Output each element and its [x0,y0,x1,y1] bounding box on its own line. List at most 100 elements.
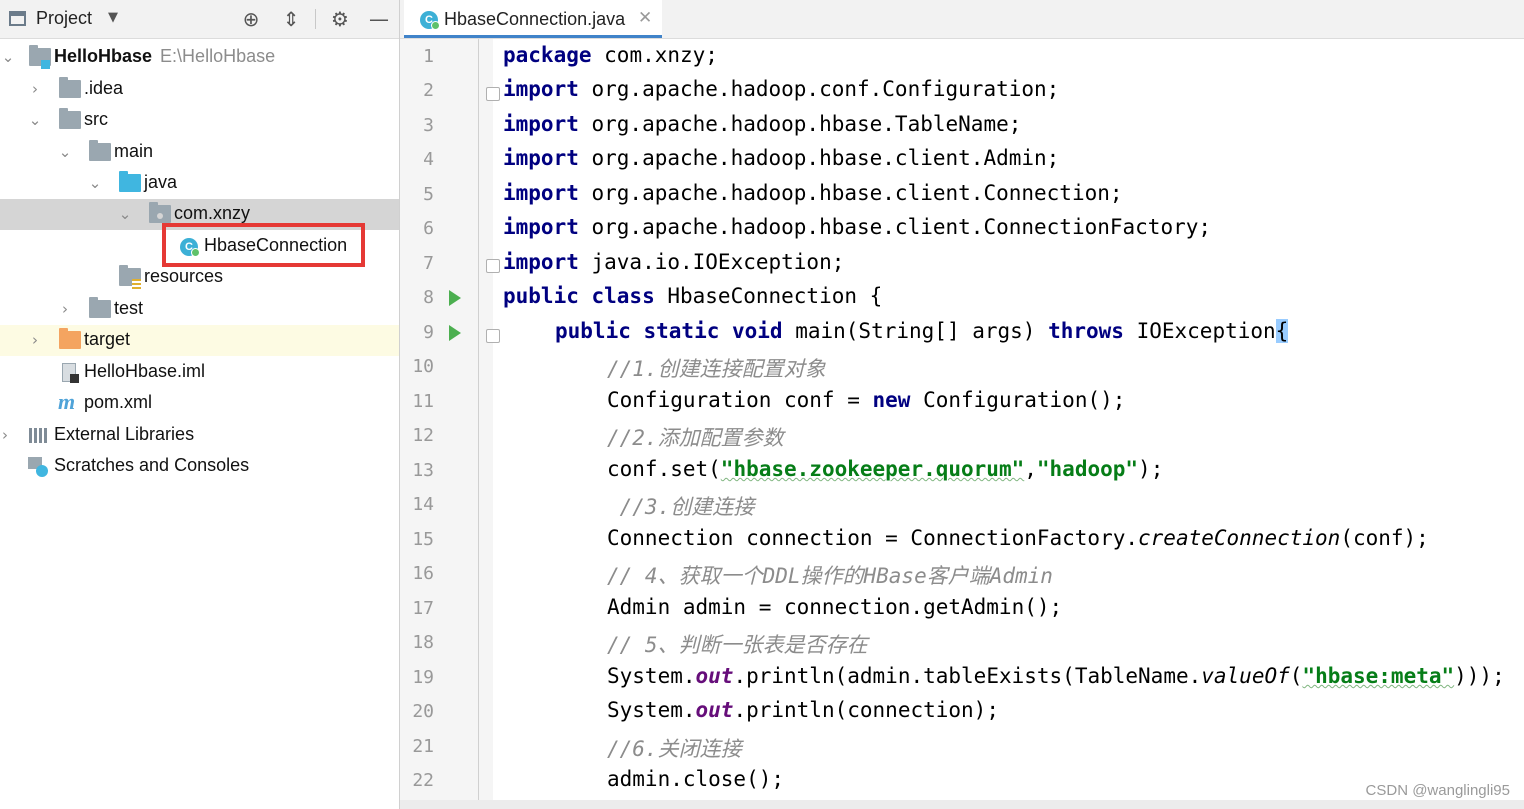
java-class-icon: C [420,11,440,30]
chevron-right-icon[interactable]: › [0,427,13,443]
project-tool-window: Project ▼ ⊕ ⇕ ⚙ — ⌄ HelloHbase E:\HelloHb… [0,0,400,809]
horizontal-scrollbar[interactable] [400,800,1524,809]
tree-item-iml[interactable]: HelloHbase.iml [0,357,399,388]
chevron-right-icon[interactable]: › [27,332,43,348]
fold-imports-end-icon[interactable] [486,259,500,273]
run-class-icon[interactable] [449,290,461,306]
project-panel-header: Project ▼ ⊕ ⇕ ⚙ — [0,0,399,39]
chevron-right-icon[interactable]: › [57,301,73,317]
code-line-9: public static void main(String[] args) t… [555,319,1289,343]
line-number: 7 [423,253,434,274]
code-line-7: import java.io.IOException; [503,250,845,274]
tree-item-label: src [84,109,108,129]
collapse-all-icon[interactable]: ⇕ [278,6,304,32]
tree-item-hellohbase[interactable]: ⌄ HelloHbase E:\HelloHbase [0,42,399,73]
tab-hbaseconnection-java[interactable]: C HbaseConnection.java ✕ [404,0,662,38]
code-line-19: System.out.println(admin.tableExists(Tab… [607,664,1505,688]
code-editor[interactable]: package com.xnzy; import org.apache.hado… [503,39,1524,809]
folder-icon [59,77,81,98]
gear-icon[interactable]: ⚙ [327,6,353,32]
line-number: 10 [412,356,434,377]
code-line-21: //6.关闭连接 [607,737,742,761]
source-folder-icon [119,171,141,192]
tree-item-pom[interactable]: m pom.xml [0,388,399,419]
line-number: 11 [412,391,434,412]
module-badge [41,60,50,69]
tree-item-idea[interactable]: › .idea [0,74,399,105]
project-view-selector[interactable]: Project [36,8,92,29]
line-number: 17 [412,598,434,619]
line-number: 8 [423,287,434,308]
tree-item-label: target [84,329,131,349]
tree-item-java[interactable]: ⌄ java [0,168,399,199]
tree-item-label: main [114,141,154,161]
line-number: 4 [423,149,434,170]
tree-item-main[interactable]: ⌄ main [0,137,399,168]
chevron-down-icon[interactable]: ⌄ [117,206,133,222]
code-line-3: import org.apache.hadoop.hbase.TableName… [503,112,1022,136]
hide-icon[interactable]: — [366,6,392,32]
tree-item-label: java [144,172,178,192]
code-line-17: Admin admin = connection.getAdmin(); [607,595,1063,619]
code-line-22: admin.close(); [607,767,785,791]
divider [315,9,316,29]
line-number: 22 [412,770,434,791]
maven-icon: m [58,389,76,414]
tree-item-label: External Libraries [54,424,195,444]
close-icon[interactable]: ✕ [638,8,652,28]
resources-badge [132,279,141,289]
code-line-13: conf.set("hbase.zookeeper.quorum","hadoo… [607,457,1164,481]
line-number: 6 [423,218,434,239]
run-main-icon[interactable] [449,325,461,341]
code-line-12: //2.添加配置参数 [607,426,784,450]
code-line-1: package com.xnzy; [503,43,718,67]
line-number: 19 [412,667,434,688]
editor-tab-bar: C HbaseConnection.java ✕ [400,0,1524,39]
folder-icon [89,140,111,161]
line-number: 13 [412,460,434,481]
tree-item-label: Scratches and Consoles [54,455,250,475]
chevron-down-icon[interactable]: ⌄ [57,144,73,160]
fold-imports-icon[interactable] [486,87,500,101]
tree-item-test[interactable]: › test [0,294,399,325]
tree-item-label: pom.xml [84,392,153,412]
project-view-icon [9,11,26,26]
scratches-badge [36,465,48,477]
chevron-down-icon[interactable]: ▼ [108,10,118,25]
line-number: 1 [423,46,434,67]
code-line-14: //3.创建连接 [607,495,755,519]
tree-item-label: HelloHbase.iml [84,361,206,381]
code-line-15: Connection connection = ConnectionFactor… [607,526,1429,550]
locate-icon[interactable]: ⊕ [238,6,264,32]
line-number: 18 [412,632,434,653]
package-dot [157,213,163,219]
line-number: 15 [412,529,434,550]
code-line-11: Configuration conf = new Configuration()… [607,388,1126,412]
code-line-16: // 4、获取一个DDL操作的HBase客户端Admin [607,564,1053,588]
line-number: 2 [423,80,434,101]
folder-icon [89,297,111,318]
chevron-down-icon[interactable]: ⌄ [0,49,16,65]
code-line-6: import org.apache.hadoop.hbase.client.Co… [503,215,1212,239]
chevron-down-icon[interactable]: ⌄ [87,175,103,191]
line-number: 3 [423,115,434,136]
tree-item-label: .idea [84,78,124,98]
chevron-right-icon[interactable]: › [27,81,43,97]
chevron-down-icon[interactable]: ⌄ [27,112,43,128]
fold-method-icon[interactable] [486,329,500,343]
folder-icon [59,108,81,129]
annotation-highlight-box [162,223,365,267]
code-line-2: import org.apache.hadoop.conf.Configurat… [503,77,1060,101]
code-line-20: System.out.println(connection); [607,698,999,722]
line-number: 9 [423,322,434,343]
code-line-10: //1.创建连接配置对象 [607,357,826,381]
tab-title: HbaseConnection.java [444,9,626,29]
code-line-8: public class HbaseConnection { [503,284,883,308]
tree-item-src[interactable]: ⌄ src [0,105,399,136]
tree-item-label: com.xnzy [174,203,251,223]
gutter-divider [478,39,479,809]
tree-item-target[interactable]: › target [0,325,399,356]
tree-item-external-libraries[interactable]: › External Libraries [0,420,399,451]
line-number: 21 [412,736,434,757]
tree-item-scratches[interactable]: Scratches and Consoles [0,451,399,482]
